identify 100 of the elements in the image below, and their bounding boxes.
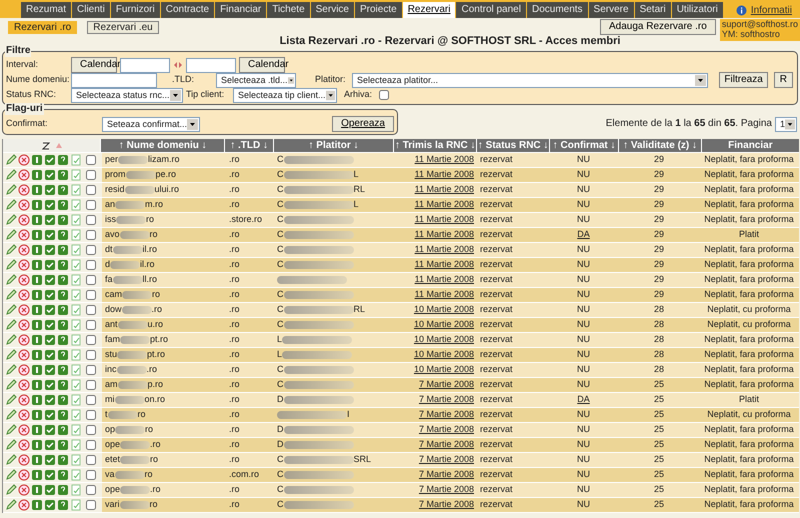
date-to-field[interactable] [186, 58, 236, 72]
page-check-icon[interactable] [70, 379, 82, 391]
sent-date-link[interactable]: 11 Martie 2008 [414, 244, 474, 254]
sent-date-link[interactable]: 11 Martie 2008 [414, 289, 474, 300]
delete-icon[interactable] [18, 499, 30, 511]
menu-tab[interactable]: Control panel [456, 2, 526, 18]
check-icon[interactable] [44, 304, 56, 316]
menu-tab[interactable]: Tichete [267, 2, 310, 18]
confirmed-link[interactable]: DA [577, 394, 590, 404]
question-icon[interactable] [57, 334, 69, 346]
row-checkbox[interactable] [86, 350, 96, 360]
delete-icon[interactable] [18, 439, 30, 451]
domain-field[interactable] [71, 72, 157, 88]
menu-tab[interactable]: Furnizori [110, 2, 160, 18]
row-checkbox[interactable] [86, 290, 96, 300]
row-checkbox[interactable] [86, 440, 96, 450]
row-checkbox[interactable] [86, 170, 96, 180]
delete-icon[interactable] [18, 214, 30, 226]
payer-select[interactable]: Selecteaza platitor... [352, 72, 708, 88]
tld-select[interactable]: Selecteaza .tld... [216, 72, 296, 88]
confirmed-link[interactable]: DA [577, 229, 590, 240]
menu-tab[interactable]: Documents [526, 2, 588, 18]
row-checkbox[interactable] [86, 320, 96, 330]
sent-date-link[interactable]: 7 Martie 2008 [418, 499, 474, 510]
question-icon[interactable] [57, 469, 69, 481]
check-icon[interactable] [44, 229, 56, 241]
sent-date-link[interactable]: 11 Martie 2008 [414, 199, 474, 210]
subtab[interactable]: Rezervari .ro [8, 20, 78, 34]
question-icon[interactable] [57, 304, 69, 316]
question-icon[interactable] [57, 409, 69, 421]
check-icon[interactable] [44, 349, 56, 361]
page-check-icon[interactable] [70, 364, 82, 376]
delete-icon[interactable] [18, 394, 30, 406]
check-icon[interactable] [44, 409, 56, 421]
delete-icon[interactable] [18, 274, 30, 286]
sent-date-link[interactable]: 7 Martie 2008 [418, 439, 474, 450]
delete-icon[interactable] [18, 259, 30, 271]
delete-icon[interactable] [18, 184, 30, 196]
delete-icon[interactable] [18, 349, 30, 361]
sent-date-link[interactable]: 7 Martie 2008 [418, 469, 474, 480]
column-header[interactable]: ↑ Validitate (z) ↓ [619, 139, 701, 152]
sent-date-link[interactable]: 11 Martie 2008 [414, 154, 474, 164]
check-icon[interactable] [44, 394, 56, 406]
check-icon[interactable] [44, 424, 56, 436]
page-select[interactable]: 1 [775, 117, 797, 132]
question-icon[interactable] [57, 214, 69, 226]
page-check-icon[interactable] [70, 334, 82, 346]
row-checkbox[interactable] [86, 455, 96, 465]
column-header[interactable]: Financiar [702, 139, 800, 152]
add-reservation-button[interactable]: Adauga Rezervare .ro [600, 19, 716, 35]
row-checkbox[interactable] [86, 245, 96, 255]
sent-date-link[interactable]: 10 Martie 2008 [414, 304, 474, 314]
menu-tab[interactable]: Contracte [160, 2, 214, 18]
menu-tab[interactable]: Servere [588, 2, 634, 18]
row-checkbox[interactable] [86, 365, 96, 375]
menu-tab[interactable]: Financiar [215, 2, 266, 18]
check-icon[interactable] [44, 379, 56, 391]
delete-icon[interactable] [18, 199, 30, 211]
delete-icon[interactable] [18, 424, 30, 436]
row-checkbox[interactable] [86, 230, 96, 240]
question-icon[interactable] [57, 499, 69, 511]
sort-icon[interactable] [42, 142, 50, 150]
check-icon[interactable] [44, 334, 56, 346]
page-check-icon[interactable] [70, 409, 82, 421]
question-icon[interactable] [57, 454, 69, 466]
info-link[interactable]: Informatii [750, 2, 792, 18]
question-icon[interactable] [57, 274, 69, 286]
sent-date-link[interactable]: 11 Martie 2008 [414, 184, 474, 194]
delete-icon[interactable] [18, 334, 30, 346]
sent-date-link[interactable]: 11 Martie 2008 [414, 274, 474, 284]
page-check-icon[interactable] [70, 244, 82, 256]
menu-tab[interactable]: Clienti [72, 2, 110, 18]
pencil-icon[interactable] [5, 154, 17, 166]
menu-tab[interactable]: Rezumat [21, 2, 72, 18]
row-checkbox[interactable] [86, 470, 96, 480]
delete-icon[interactable] [18, 304, 30, 316]
delete-icon[interactable] [18, 289, 30, 301]
question-icon[interactable] [57, 484, 69, 496]
menu-tab[interactable]: Rezervari [402, 2, 456, 18]
delete-icon[interactable] [18, 454, 30, 466]
row-checkbox[interactable] [86, 335, 96, 345]
check-icon[interactable] [44, 319, 56, 331]
delete-icon[interactable] [18, 409, 30, 421]
question-icon[interactable] [57, 439, 69, 451]
sent-date-link[interactable]: 7 Martie 2008 [418, 454, 474, 464]
row-checkbox[interactable] [86, 275, 96, 285]
row-checkbox[interactable] [86, 485, 96, 495]
delete-icon[interactable] [18, 379, 30, 391]
check-icon[interactable] [44, 499, 56, 511]
row-checkbox[interactable] [86, 185, 96, 195]
question-icon[interactable] [57, 184, 69, 196]
sent-date-link[interactable]: 7 Martie 2008 [418, 424, 474, 434]
page-check-icon[interactable] [70, 229, 82, 241]
page-check-icon[interactable] [70, 289, 82, 301]
filter-button[interactable]: Filtreaza [719, 72, 768, 88]
page-check-icon[interactable] [70, 394, 82, 406]
menu-tab[interactable]: Setari [634, 2, 671, 18]
client-type-select[interactable]: Selecteaza tip client... [233, 88, 337, 102]
question-icon[interactable] [57, 379, 69, 391]
row-checkbox[interactable] [86, 410, 96, 420]
